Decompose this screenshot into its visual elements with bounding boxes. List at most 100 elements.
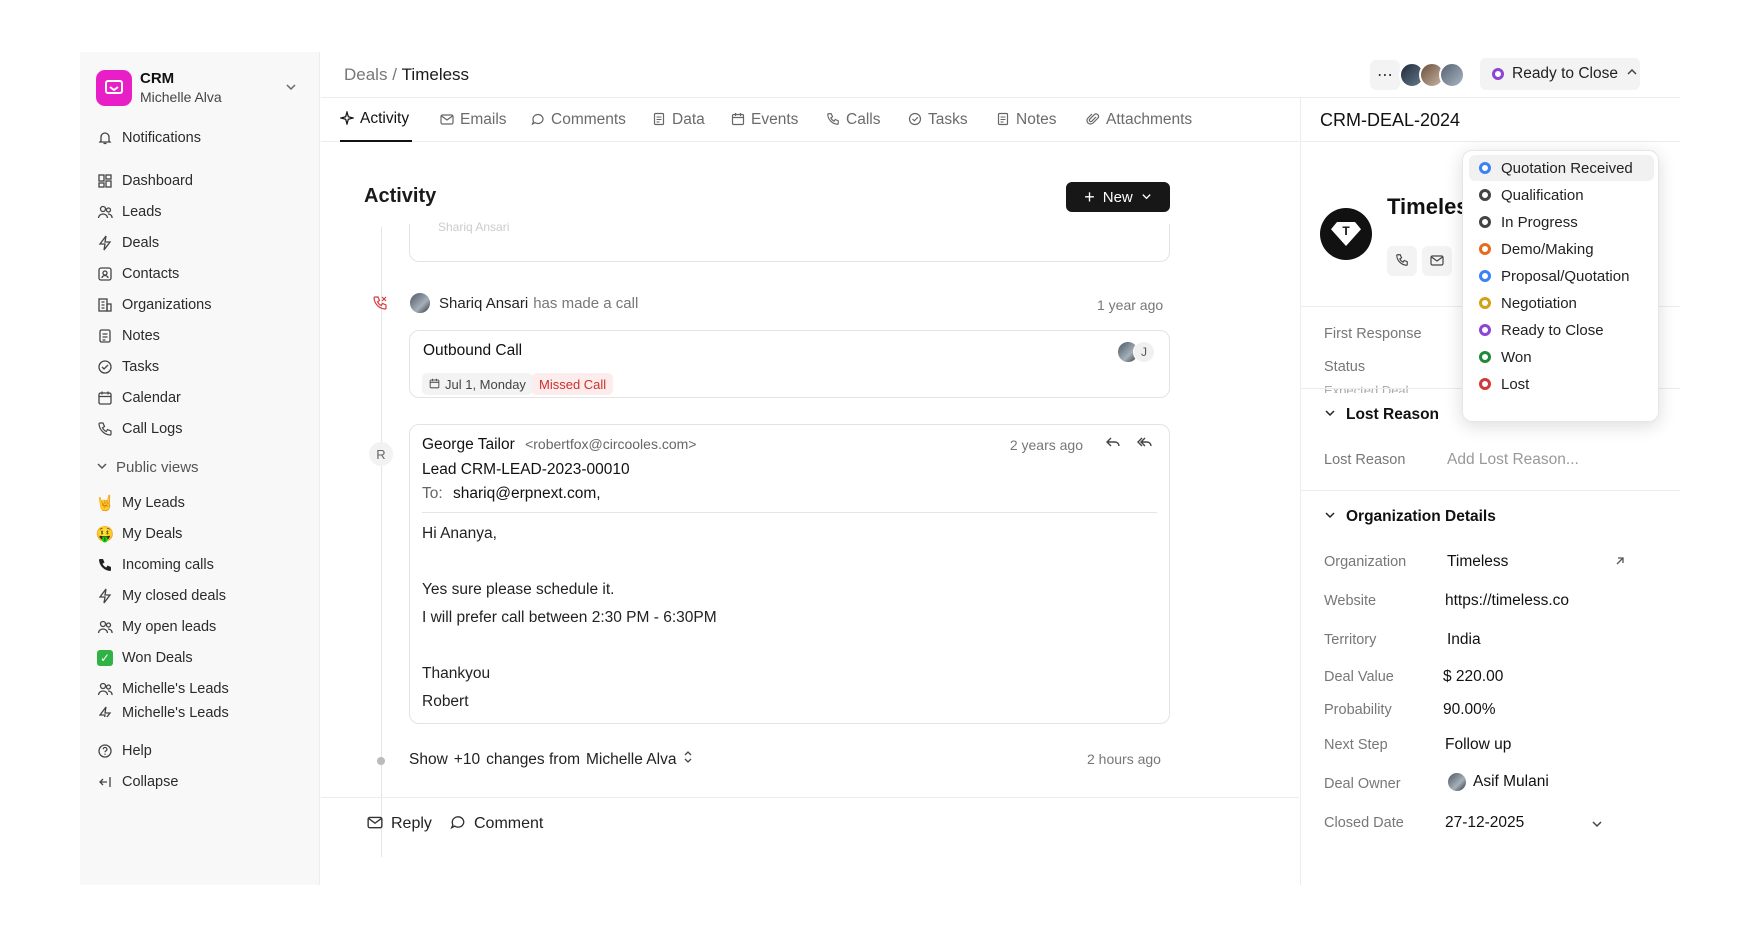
email-sender-name: George Tailor xyxy=(422,436,515,453)
email-button[interactable] xyxy=(1422,246,1452,276)
help-circle-icon xyxy=(96,742,114,760)
call-timestamp: 1 year ago xyxy=(1097,297,1164,313)
sidebar-view-michelles-leads[interactable]: Michelle's Leads xyxy=(96,674,304,704)
sidebar-view-won-deals[interactable]: ✓ Won Deals xyxy=(96,643,304,673)
sidebar-view-incoming-calls[interactable]: Incoming calls xyxy=(96,550,304,580)
chevron-down-icon xyxy=(96,459,108,476)
sidebar-item-dashboard[interactable]: Dashboard xyxy=(96,166,304,196)
sidebar-item-tasks[interactable]: Tasks xyxy=(96,352,304,382)
missed-call-icon xyxy=(372,295,388,314)
tab-events[interactable]: Events xyxy=(731,98,798,142)
call-action: has made a call xyxy=(533,294,639,312)
sidebar-item-label: Deals xyxy=(122,235,160,251)
collaborator-avatars[interactable] xyxy=(1399,62,1465,88)
changes-text: changes from xyxy=(486,750,580,768)
reply-button[interactable]: Reply xyxy=(367,812,432,836)
sidebar-item-contacts[interactable]: Contacts xyxy=(96,259,304,289)
chevron-down-icon[interactable] xyxy=(1591,817,1603,835)
tab-notes[interactable]: Notes xyxy=(996,98,1057,142)
status-option-ready-to-close[interactable]: Ready to Close xyxy=(1469,317,1654,343)
sidebar-item-deals[interactable]: Deals xyxy=(96,228,304,258)
rock-hand-emoji-icon: 🤘 xyxy=(95,495,115,512)
status-option-proposal-quotation[interactable]: Proposal/Quotation xyxy=(1469,263,1654,289)
sidebar-item-help[interactable]: Help xyxy=(96,736,304,766)
sidebar-item-leads[interactable]: Leads xyxy=(96,197,304,227)
deal-value-field[interactable]: $ 220.00 xyxy=(1443,668,1503,686)
external-link-icon[interactable] xyxy=(1613,554,1627,573)
sidebar-view-my-closed-deals[interactable]: My closed deals xyxy=(96,581,304,611)
sidebar-item-call-logs[interactable]: Call Logs xyxy=(96,414,304,444)
public-views-toggle[interactable]: Public views xyxy=(96,453,199,481)
chevron-down-icon xyxy=(1324,406,1336,424)
sidebar-item-organizations[interactable]: Organizations xyxy=(96,290,304,320)
tab-emails[interactable]: Emails xyxy=(440,98,507,142)
users-icon xyxy=(96,203,114,221)
lost-reason-section-toggle[interactable]: Lost Reason xyxy=(1324,406,1439,424)
sidebar-view-michelles-leads-2[interactable]: Michelle's Leads xyxy=(96,705,304,717)
website-field[interactable]: https://timeless.co xyxy=(1445,592,1569,610)
sidebar-view-my-open-leads[interactable]: My open leads xyxy=(96,612,304,642)
status-option-qualification[interactable]: Qualification xyxy=(1469,182,1654,208)
activity-panel: Activity Emails Comments Data Events Cal… xyxy=(321,52,1299,885)
section-title: Lost Reason xyxy=(1346,406,1440,423)
status-option-quotation-received[interactable]: Quotation Received xyxy=(1469,155,1654,181)
sidebar-item-collapse[interactable]: Collapse xyxy=(96,767,304,797)
lost-reason-input[interactable]: Add Lost Reason... xyxy=(1447,451,1579,469)
reply-icon[interactable] xyxy=(1105,434,1121,455)
sidebar-item-label: Call Logs xyxy=(122,421,183,437)
organization-details-toggle[interactable]: Organization Details xyxy=(1324,508,1496,526)
avatar xyxy=(1447,772,1467,792)
tab-calls[interactable]: Calls xyxy=(826,98,880,142)
more-options-button[interactable]: ⋯ xyxy=(1370,60,1400,90)
status-option-won[interactable]: Won xyxy=(1469,344,1654,370)
section-title: Organization Details xyxy=(1346,508,1496,525)
new-activity-button[interactable]: + New xyxy=(1066,182,1170,212)
ellipsis-icon: ⋯ xyxy=(1377,67,1393,84)
brand-name: CRM xyxy=(140,70,175,87)
tab-comments[interactable]: Comments xyxy=(531,98,626,142)
avatar xyxy=(1439,62,1465,88)
call-actor: Shariq Ansari xyxy=(439,294,529,312)
tab-data[interactable]: Data xyxy=(652,98,705,142)
call-card[interactable]: Outbound Call Jul 1, Monday Missed Call … xyxy=(409,330,1170,398)
territory-field[interactable]: India xyxy=(1447,631,1481,649)
tab-activity[interactable]: Activity xyxy=(338,98,412,142)
call-button[interactable] xyxy=(1387,246,1417,276)
tab-attachments[interactable]: Attachments xyxy=(1086,98,1192,142)
next-step-field[interactable]: Follow up xyxy=(1445,736,1511,754)
option-label: In Progress xyxy=(1501,213,1578,231)
sidebar-view-my-leads[interactable]: 🤘 My Leads xyxy=(96,488,304,518)
sidebar-item-calendar[interactable]: Calendar xyxy=(96,383,304,413)
option-label: Lost xyxy=(1501,375,1530,393)
sidebar-item-label: Contacts xyxy=(122,266,180,282)
show-changes-toggle[interactable]: Show +10 changes from Michelle Alva xyxy=(409,750,694,769)
sidebar-item-label: Dashboard xyxy=(122,173,193,189)
deal-owner-field[interactable]: Asif Mulani xyxy=(1447,772,1549,792)
sidebar-item-notifications[interactable]: Notifications xyxy=(96,123,304,153)
comment-button[interactable]: Comment xyxy=(450,812,543,836)
deal-owner-name: Asif Mulani xyxy=(1473,773,1549,790)
status-select[interactable]: Ready to Close xyxy=(1480,58,1640,90)
calendar-icon xyxy=(96,389,114,407)
organization-field[interactable]: Timeless xyxy=(1447,553,1508,571)
reply-all-icon[interactable] xyxy=(1137,434,1153,455)
check-circle-icon xyxy=(908,112,922,129)
calendar-icon xyxy=(731,112,745,129)
tab-label: Tasks xyxy=(928,111,968,128)
lightning-icon xyxy=(96,234,114,252)
sidebar-item-notes[interactable]: Notes xyxy=(96,321,304,351)
sidebar-item-label: Tasks xyxy=(122,359,160,375)
chevron-down-icon xyxy=(284,80,298,99)
status-option-negotiation[interactable]: Negotiation xyxy=(1469,290,1654,316)
brand-switcher[interactable]: CRM Michelle Alva xyxy=(96,66,304,110)
probability-field[interactable]: 90.00% xyxy=(1443,701,1496,719)
tab-tasks[interactable]: Tasks xyxy=(908,98,968,142)
status-option-in-progress[interactable]: In Progress xyxy=(1469,209,1654,235)
status-option-demo-making[interactable]: Demo/Making xyxy=(1469,236,1654,262)
collapse-icon xyxy=(96,773,114,791)
closed-date-field[interactable]: 27-12-2025 xyxy=(1445,814,1524,832)
sidebar-item-label: Help xyxy=(122,743,152,759)
status-option-lost[interactable]: Lost xyxy=(1469,371,1654,397)
sidebar-view-my-deals[interactable]: 🤑 My Deals xyxy=(96,519,304,549)
call-activity-header: Shariq Ansari has made a call xyxy=(409,291,638,315)
